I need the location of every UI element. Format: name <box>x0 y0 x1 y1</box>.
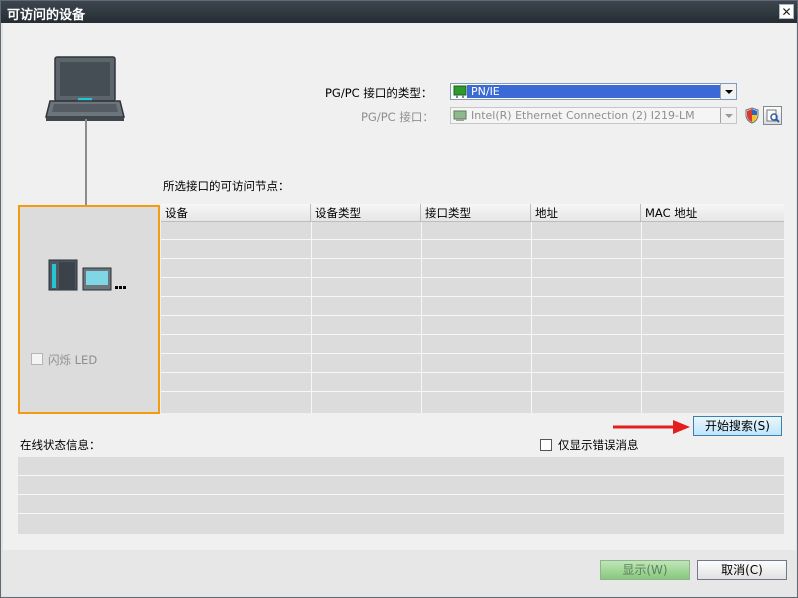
start-search-button[interactable]: 开始搜索(S) <box>693 416 782 436</box>
show-errors-only-checkbox[interactable] <box>540 439 552 451</box>
selected-highlight <box>467 85 720 98</box>
table-row <box>161 374 784 392</box>
dialog-title: 可访问的设备 <box>7 8 86 23</box>
interface-select[interactable]: Intel(R) Ethernet Connection (2) I219-LM <box>450 107 737 124</box>
target-device-panel <box>18 205 160 414</box>
column-divider <box>531 222 532 413</box>
table-row <box>161 241 784 259</box>
column-divider <box>311 222 312 413</box>
target-device-icon <box>48 259 126 291</box>
table-row <box>161 279 784 297</box>
column-header-mac-address[interactable]: MAC 地址 <box>641 204 784 222</box>
chevron-down-icon[interactable] <box>720 108 736 123</box>
show-errors-only-label: 仅显示错误消息 <box>558 438 639 452</box>
chevron-down-icon[interactable] <box>720 84 736 99</box>
pg-laptop-icon <box>45 56 125 121</box>
accessible-nodes-label: 所选接口的可访问节点： <box>163 179 290 193</box>
close-button[interactable]: ✕ <box>779 4 794 19</box>
table-row <box>161 298 784 316</box>
status-row <box>18 514 784 533</box>
accessible-devices-dialog: 可访问的设备 ✕ PG/PC 接口的类型： PN/IE PG/PC 接口： In… <box>0 0 798 598</box>
shield-icon[interactable] <box>744 107 760 124</box>
magnifier-icon <box>766 109 780 123</box>
interface-type-select[interactable]: PN/IE <box>450 83 737 100</box>
cancel-button[interactable]: 取消(C) <box>697 560 787 580</box>
interface-label: PG/PC 接口： <box>361 110 434 124</box>
table-row <box>161 336 784 354</box>
table-row <box>161 355 784 373</box>
status-row <box>18 476 784 495</box>
column-header-device[interactable]: 设备 <box>161 204 311 222</box>
interface-properties-button[interactable] <box>763 106 782 125</box>
display-button[interactable]: 显示(W) <box>600 560 690 580</box>
red-arrow-annotation <box>613 420 690 434</box>
online-status-label: 在线状态信息： <box>20 438 101 452</box>
table-row <box>161 317 784 335</box>
column-divider <box>641 222 642 413</box>
column-header-address[interactable]: 地址 <box>531 204 641 222</box>
dialog-body: PG/PC 接口的类型： PN/IE PG/PC 接口： Intel(R) Et… <box>3 23 796 550</box>
interface-type-label: PG/PC 接口的类型： <box>325 86 433 100</box>
online-status-list <box>18 457 784 534</box>
interface-value: Intel(R) Ethernet Connection (2) I219-LM <box>471 109 695 122</box>
column-header-interface-type[interactable]: 接口类型 <box>421 204 531 222</box>
flash-led-checkbox[interactable] <box>31 353 43 365</box>
column-header-device-type[interactable]: 设备类型 <box>311 204 421 222</box>
table-row <box>161 260 784 278</box>
interface-type-value: PN/IE <box>471 85 500 98</box>
accessible-nodes-table[interactable]: 设备 设备类型 接口类型 地址 MAC 地址 <box>161 204 784 413</box>
table-row <box>161 222 784 240</box>
column-divider <box>421 222 422 413</box>
ethernet-card-icon <box>453 110 467 121</box>
dialog-footer: 显示(W) 取消(C) <box>3 550 796 596</box>
title-bar: 可访问的设备 ✕ <box>1 1 797 23</box>
status-row <box>18 495 784 514</box>
status-row <box>18 457 784 476</box>
flash-led-label: 闪烁 LED <box>48 353 98 367</box>
network-interface-icon <box>453 85 467 98</box>
